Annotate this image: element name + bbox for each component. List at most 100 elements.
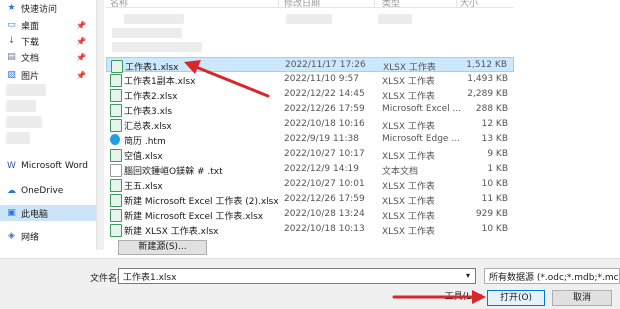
file-row[interactable]: 新建 Microsoft Excel 工作表.xlsx 2022/10/28 13… <box>106 207 514 222</box>
column-size-header[interactable]: 大小 <box>460 0 478 7</box>
filename-value: 工作表1.xlsx <box>123 273 177 283</box>
file-name: 工作表3.xls <box>124 107 173 117</box>
file-name: 工作表2.xlsx <box>124 92 178 102</box>
word-icon: W <box>7 161 16 171</box>
blurred-sidebar-item <box>6 84 46 96</box>
excel-file-icon <box>110 104 122 117</box>
sidebar-item[interactable]: ▤ 文档 📌 <box>0 49 96 65</box>
tools-menu-button[interactable]: 工具(L) ▾ <box>408 290 482 305</box>
file-date: 2022/12/22 14:45 <box>284 89 365 99</box>
blurred-folder-row <box>112 42 202 52</box>
file-row[interactable]: 工作表1副本.xlsx 2022/11/10 9:57 XLSX 工作表 1,493 … <box>106 72 514 87</box>
excel-file-icon <box>110 89 122 102</box>
blurred-folder-row <box>112 28 182 38</box>
file-date: 2022/12/26 17:59 <box>284 194 365 204</box>
sidebar-item[interactable]: W Microsoft Word <box>0 158 96 174</box>
file-row[interactable]: 新建 XLSX 工作表.xlsx 2022/10/18 10:13 XLSX 工作表… <box>106 222 514 237</box>
file-row[interactable]: 空值.xlsx 2022/10/27 10:17 XLSX 工作表 9 KB <box>106 147 514 162</box>
open-button[interactable]: 打开(O) <box>487 290 545 306</box>
edge-file-icon <box>110 134 120 145</box>
chevron-down-icon: ▾ <box>474 292 482 302</box>
file-row[interactable]: 汇总表.xlsx 2022/10/18 10:16 XLSX 工作表 12 KB <box>106 117 514 132</box>
file-type: XLSX 工作表 <box>382 182 435 192</box>
file-date: 2022/10/18 10:16 <box>284 119 365 129</box>
column-divider <box>278 0 279 7</box>
column-name-header[interactable]: 名称 <box>110 0 128 7</box>
file-name: 新建 XLSX 工作表.xlsx <box>124 227 219 237</box>
blurred-sidebar-item <box>6 100 36 112</box>
file-type: 文本文档 <box>382 167 419 177</box>
excel-file-icon <box>110 209 122 222</box>
sidebar-item[interactable]: ▨ 图片 📌 <box>0 67 96 83</box>
file-size: 13 KB <box>481 134 508 144</box>
file-row[interactable]: 王五.xlsx 2022/10/27 10:01 XLSX 工作表 10 KB <box>106 177 514 192</box>
cancel-button[interactable]: 取消 <box>552 290 612 306</box>
column-date-header[interactable]: 修改日期 <box>284 0 320 7</box>
chevron-down-icon[interactable]: ▾ <box>461 269 475 283</box>
file-type-filter[interactable]: 所有数据源 (*.odc;*.mdb;*.mc <box>484 268 620 284</box>
file-type: Microsoft Edge ... <box>382 134 460 144</box>
pin-icon[interactable]: 📌 <box>76 37 86 46</box>
pin-icon[interactable]: 📌 <box>76 71 86 80</box>
file-row[interactable]: 腦回欢鍾峘O鎂榦 # .txt 2022/12/9 14:19 文本文档 1 KB <box>106 162 514 177</box>
network-icon: ◈ <box>8 231 15 241</box>
navigation-pane: ★ 快速访问 ▭ 桌面 📌 ↓ 下载 📌 ▤ 文档 📌 ▨ 图片 📌 W Microsoft Word ☁ One… <box>0 0 96 250</box>
file-type: XLSX 工作表 <box>382 212 435 222</box>
pin-icon[interactable]: 📌 <box>76 21 86 30</box>
sidebar-item-label: 快速访问 <box>21 4 58 15</box>
file-type: Microsoft Excel ... <box>382 104 462 114</box>
sidebar-item-label: 下载 <box>21 37 40 48</box>
blurred-sidebar-item <box>6 116 42 128</box>
excel-file-icon <box>110 149 122 162</box>
sidebar-item-label: 桌面 <box>21 21 40 32</box>
tools-label: 工具(L) <box>444 292 475 302</box>
file-date: 2022/10/27 10:17 <box>284 149 365 159</box>
file-row[interactable]: 工作表3.xls 2022/12/26 17:59 Microsoft Excel … <box>106 102 514 117</box>
file-type: XLSX 工作表 <box>382 227 435 237</box>
column-divider <box>456 0 457 7</box>
file-row[interactable]: 新建 Microsoft Excel 工作表 (2).xlsx 2022/12/2… <box>106 192 514 207</box>
sidebar-item-label: 此电脑 <box>21 209 49 220</box>
sidebar-item[interactable]: ★ 快速访问 <box>0 0 96 16</box>
sidebar-item-label: 文档 <box>21 53 40 64</box>
excel-file-icon <box>110 74 122 87</box>
file-name: 王五.xlsx <box>124 182 163 192</box>
sidebar-item[interactable]: ☁ OneDrive <box>0 183 96 199</box>
file-size: 1 KB <box>487 164 508 174</box>
file-name: 新建 Microsoft Excel 工作表 (2).xlsx <box>124 197 279 207</box>
sidebar-item[interactable]: ↓ 下载 📌 <box>0 33 96 49</box>
new-source-button[interactable]: 新建源(S)... <box>118 240 207 255</box>
file-size: 10 KB <box>481 179 508 189</box>
document-icon: ▤ <box>7 52 16 62</box>
file-date: 2022/10/28 13:24 <box>284 209 365 219</box>
picture-icon: ▨ <box>7 70 16 80</box>
file-size: 11 KB <box>481 194 508 204</box>
sidebar-item[interactable]: ▣ 此电脑 <box>0 205 96 221</box>
download-icon: ↓ <box>7 36 16 46</box>
file-row[interactable]: 简历 .htm 2022/9/19 11:38 Microsoft Edge ...… <box>106 132 514 147</box>
star-icon: ★ <box>7 3 16 13</box>
column-type-header[interactable]: 类型 <box>382 0 400 7</box>
sidebar-item-label: 网络 <box>21 232 40 243</box>
file-list-margin <box>514 0 620 250</box>
column-divider <box>374 0 375 7</box>
sidebar-item-label: OneDrive <box>21 186 64 196</box>
file-date: 2022/9/19 11:38 <box>284 134 359 144</box>
file-row[interactable]: 工作表2.xlsx 2022/12/22 14:45 XLSX 工作表 2,289 K… <box>106 87 514 102</box>
file-row[interactable]: 工作表1.xlsx 2022/11/17 17:26 XLSX 工作表 1,512 K… <box>106 57 514 73</box>
file-type: XLSX 工作表 <box>382 197 435 207</box>
sidebar-item[interactable]: ▭ 桌面 📌 <box>0 17 96 33</box>
file-name: 腦回欢鍾峘O鎂榦 # .txt <box>124 167 223 177</box>
navigation-pane-scrollbar[interactable] <box>96 0 104 250</box>
excel-file-icon <box>110 119 122 132</box>
excel-file-icon <box>110 194 122 207</box>
filename-input[interactable]: 工作表1.xlsx ▾ <box>118 268 476 284</box>
file-size: 929 KB <box>475 209 508 219</box>
excel-file-icon <box>110 179 122 192</box>
file-date: 2022/11/17 17:26 <box>285 60 366 70</box>
pin-icon[interactable]: 📌 <box>76 53 86 62</box>
file-date: 2022/11/10 9:57 <box>284 74 359 84</box>
file-name: 空值.xlsx <box>124 152 163 162</box>
sidebar-item[interactable]: ◈ 网络 <box>0 228 96 244</box>
file-size: 1,512 KB <box>466 60 507 70</box>
